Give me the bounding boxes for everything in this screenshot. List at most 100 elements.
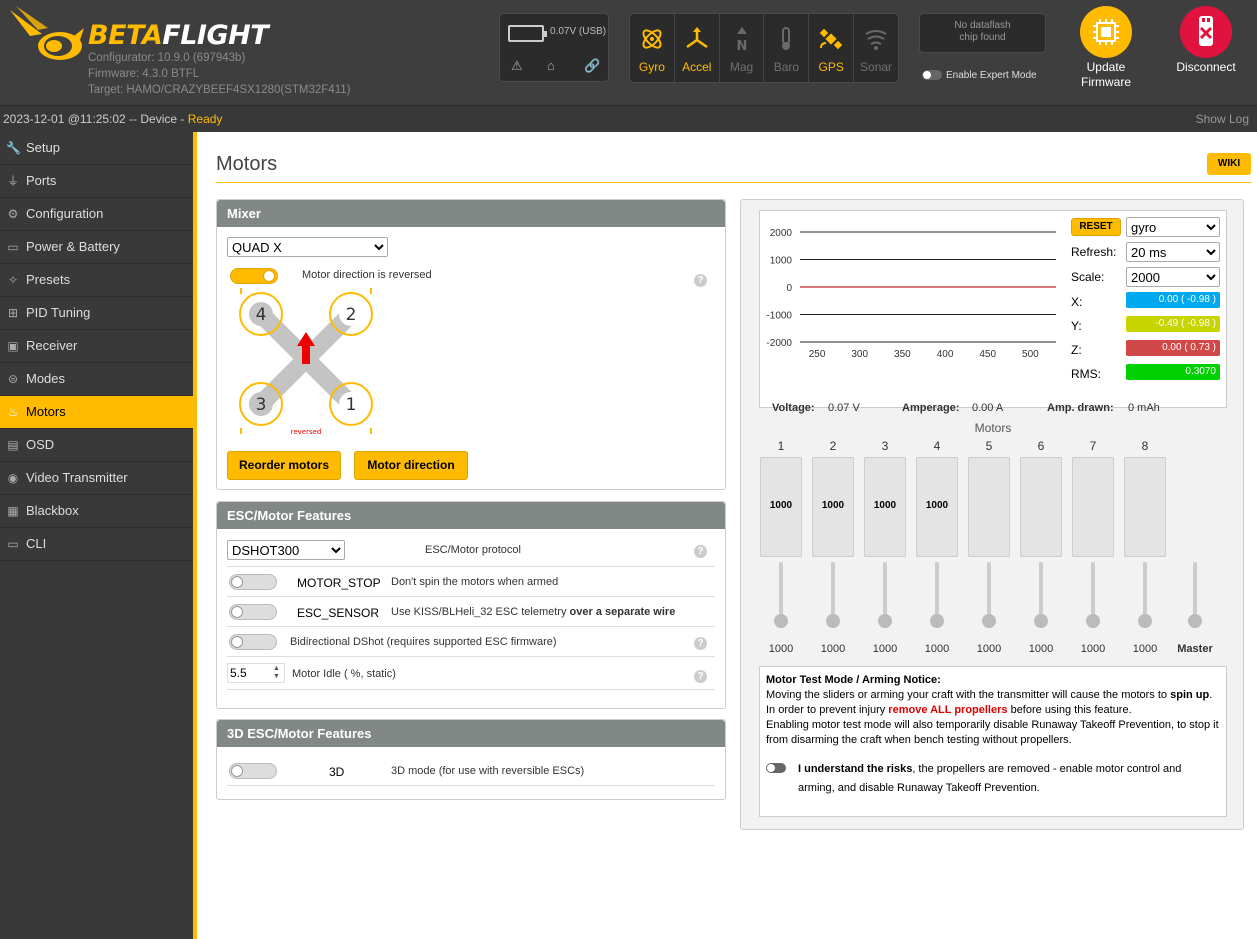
motor-number-label: 2 — [829, 439, 837, 453]
sidebar-item-receiver[interactable]: ▣ Receiver — [0, 330, 193, 363]
sensor-graph: 2000 1000 0 -1000 -2000 250 300 350 400 450 500 — [766, 228, 1056, 360]
scale-label: Scale: — [1071, 270, 1105, 284]
sensor-status: Gyro Accel N Mag Baro GPS Sonar — [629, 13, 899, 83]
help-icon[interactable]: ? — [694, 670, 707, 683]
chart-y-tick-label: 0 — [786, 283, 792, 294]
update-firmware-button[interactable]: Update Firmware — [1078, 6, 1134, 90]
amperage-value: 0.00 A — [972, 402, 1004, 414]
motor-number-label: 8 — [1141, 439, 1149, 453]
chart-x-tick-label: 300 — [851, 349, 868, 360]
mixer-diagram: 4 2 3 1 reversed — [239, 288, 373, 436]
voltage-value: 0.07 V — [828, 402, 860, 414]
sidebar-item-ports[interactable]: ⏚ Ports — [0, 165, 193, 198]
understand-risks-toggle[interactable] — [766, 763, 786, 773]
master-slider-thumb[interactable] — [1188, 614, 1202, 628]
gps-icon — [819, 28, 843, 50]
graph-reset-button[interactable]: RESET — [1071, 218, 1121, 236]
motor-slider-value: 1000 — [872, 643, 898, 655]
sidebar-item-video-transmitter[interactable]: ◉ Video Transmitter — [0, 462, 193, 495]
bidir-dshot-row: Bidirectional DShot (requires supported … — [227, 627, 715, 657]
disconnect-button[interactable]: Disconnect — [1172, 6, 1240, 75]
motor-stop-row: MOTOR_STOP Don't spin the motors when ar… — [227, 567, 715, 597]
battery-status: 0.07V (USB) ⚠ ⌂ 🔗 — [499, 13, 609, 82]
notice-title: Motor Test Mode / Arming Notice: — [766, 674, 941, 686]
motor-slider-value: 1000 — [768, 643, 794, 655]
wiki-button[interactable]: WIKI — [1207, 153, 1251, 175]
motor-number-label: 3 — [881, 439, 889, 453]
motor-stop-name: MOTOR_STOP — [297, 576, 381, 590]
sensor-accel: Accel — [675, 14, 720, 82]
esc-features-panel: ESC/Motor Features DSHOT300 ESC/Motor pr… — [216, 501, 726, 709]
z-axis-value: 0.00 ( 0.73 ) — [1126, 340, 1220, 356]
sidebar-item-cli[interactable]: ▭ CLI — [0, 528, 193, 561]
expert-mode-switch[interactable] — [922, 70, 942, 81]
sidebar-item-power-battery[interactable]: ▭ Power & Battery — [0, 231, 193, 264]
motor-slider-thumb[interactable] — [1034, 614, 1048, 628]
motor-stop-desc: Don't spin the motors when armed — [391, 576, 559, 588]
target-info: Target: HAMO/CRAZYBEEF4SX1280(STM32F411) — [88, 84, 351, 96]
bee-logo-icon — [10, 6, 84, 60]
esc-protocol-select[interactable]: DSHOT300 — [227, 540, 345, 560]
sidebar-item-osd[interactable]: ▤ OSD — [0, 429, 193, 462]
motor-stop-toggle[interactable] — [229, 574, 277, 590]
z-axis-label: Z: — [1071, 343, 1082, 357]
reorder-motors-button[interactable]: Reorder motors — [227, 451, 341, 480]
motors-icon: ♨ — [7, 405, 19, 419]
scale-select[interactable]: 2000 — [1126, 267, 1220, 287]
show-log-link[interactable]: Show Log — [1196, 106, 1249, 132]
sidebar-item-setup[interactable]: 🔧 Setup — [0, 132, 193, 165]
osd-icon: ▤ — [7, 438, 19, 452]
baro-icon — [782, 27, 791, 50]
motor-slider-thumb[interactable] — [1138, 614, 1152, 628]
esc-protocol-label: ESC/Motor protocol — [425, 544, 521, 556]
esc-sensor-row: ESC_SENSOR Use KISS/BLHeli_32 ESC teleme… — [227, 597, 715, 627]
dataflash-status: No dataflash chip found — [919, 13, 1046, 53]
help-icon[interactable]: ? — [694, 545, 707, 558]
esc-3d-title: 3D ESC/Motor Features — [217, 720, 725, 747]
motor-slider-thumb[interactable] — [826, 614, 840, 628]
help-icon[interactable]: ? — [694, 637, 707, 650]
svg-text:2: 2 — [346, 305, 357, 325]
usb-disconnect-icon — [1180, 6, 1232, 58]
motor-slider-thumb[interactable] — [878, 614, 892, 628]
cli-icon: ▭ — [7, 537, 19, 551]
sensor-baro: Baro — [764, 14, 810, 82]
motor-direction-button[interactable]: Motor direction — [354, 451, 468, 480]
sidebar-item-configuration[interactable]: ⚙ Configuration — [0, 198, 193, 231]
bidir-dshot-toggle[interactable] — [229, 634, 277, 650]
motor-direction-reversed-toggle[interactable] — [230, 268, 278, 284]
motor-direction-reversed-label: Motor direction is reversed — [302, 269, 432, 281]
rms-value: 0.3070 — [1126, 364, 1220, 380]
mixer-select[interactable]: QUAD X — [227, 237, 388, 257]
x-axis-label: X: — [1071, 295, 1083, 309]
esc-3d-toggle[interactable] — [229, 763, 277, 779]
svg-text:reversed: reversed — [291, 428, 322, 436]
sidebar-item-pid-tuning[interactable]: ⊞ PID Tuning — [0, 297, 193, 330]
motor-slider-thumb[interactable] — [1086, 614, 1100, 628]
refresh-select[interactable]: 20 ms — [1126, 242, 1220, 262]
sonar-icon — [865, 30, 887, 50]
motor-slider-thumb[interactable] — [930, 614, 944, 628]
sensor-gyro: Gyro — [630, 14, 675, 82]
sidebar-item-presets[interactable]: ✧ Presets — [0, 264, 193, 297]
amperage-label: Amperage: — [902, 402, 960, 414]
motor-output-meter: 1000 — [864, 457, 906, 557]
x-axis-value: 0.00 ( -0.98 ) — [1126, 292, 1220, 308]
motor-slider-thumb[interactable] — [982, 614, 996, 628]
mixer-panel: Mixer QUAD X Motor direction is reversed… — [216, 199, 726, 490]
status-state: Ready — [187, 112, 223, 126]
arming-notice: Motor Test Mode / Arming Notice: Moving … — [759, 666, 1227, 817]
graph-sensor-select[interactable]: gyro — [1126, 217, 1220, 237]
title-divider — [216, 182, 1251, 183]
plug-icon: ⏚ — [6, 174, 19, 188]
sidebar-item-motors[interactable]: ♨ Motors — [0, 396, 193, 429]
spinner-arrows-icon[interactable]: ▲ ▼ — [273, 665, 280, 681]
sensor-gps: GPS — [809, 14, 855, 82]
motor-slider-thumb[interactable] — [774, 614, 788, 628]
help-icon[interactable]: ? — [694, 274, 707, 287]
sidebar-item-modes[interactable]: ⊜ Modes — [0, 363, 193, 396]
esc-sensor-toggle[interactable] — [229, 604, 277, 620]
expert-mode-toggle[interactable]: Enable Expert Mode — [922, 70, 1037, 81]
sidebar-item-blackbox[interactable]: ▦ Blackbox — [0, 495, 193, 528]
blackbox-icon: ▦ — [7, 504, 19, 518]
